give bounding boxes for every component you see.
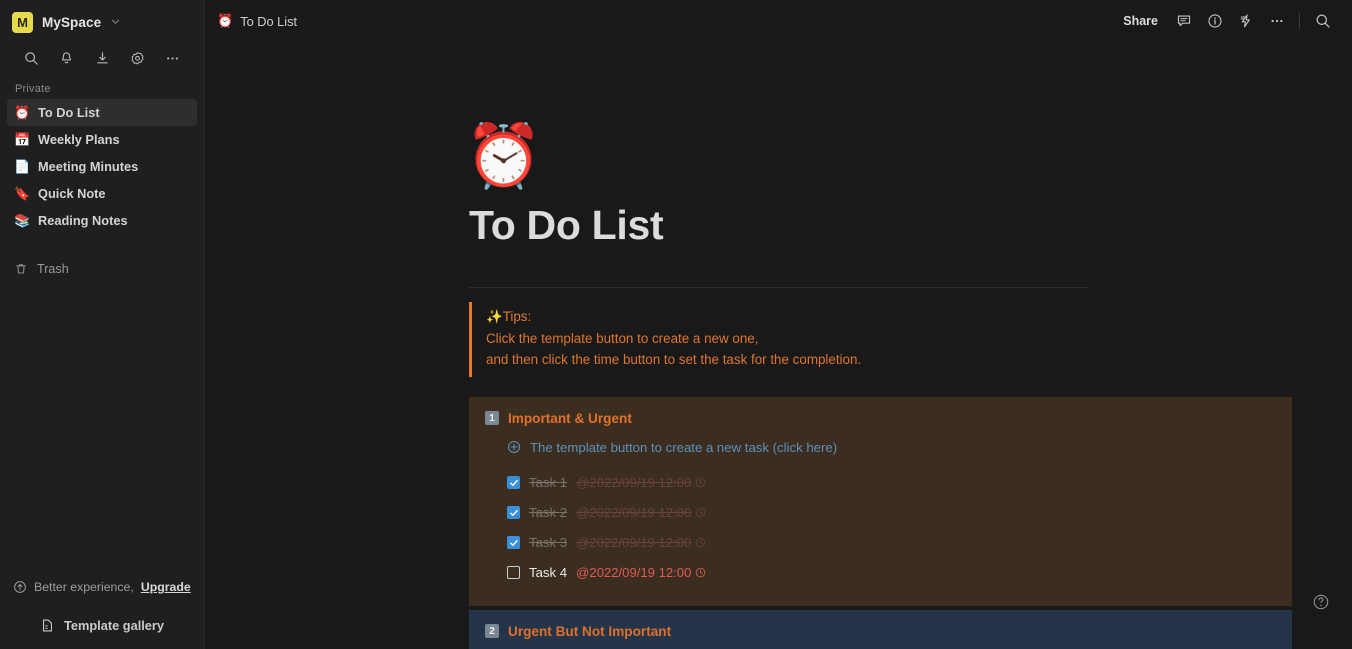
trash-label: Trash xyxy=(37,261,69,276)
task-due-date-label: @2022/09/19 12:00 xyxy=(576,535,692,551)
gear-icon[interactable] xyxy=(120,45,155,71)
sidebar-item-trash[interactable]: Trash xyxy=(7,256,197,281)
content-divider xyxy=(469,287,1089,289)
alarm-clock-icon: ⏰ xyxy=(14,105,31,120)
sidebar-tool-row xyxy=(0,41,204,81)
toolbar-divider xyxy=(1299,13,1300,29)
clock-icon xyxy=(695,477,706,488)
sidebar-item-reading-notes[interactable]: 📚 Reading Notes xyxy=(7,207,197,234)
template-gallery-label: Template gallery xyxy=(63,617,165,633)
task-checkbox[interactable] xyxy=(507,536,520,550)
clock-icon xyxy=(695,567,706,578)
task-due-date[interactable]: @2022/09/19 12:00 xyxy=(576,565,706,580)
trash-icon xyxy=(16,263,26,273)
clock-icon xyxy=(695,537,706,548)
tips-heading: ✨Tips: xyxy=(486,306,1292,328)
workspace-switcher[interactable]: M MySpace xyxy=(0,0,204,41)
template-gallery-button[interactable]: Template gallery xyxy=(0,601,204,649)
task-row[interactable]: Task 2 @2022/09/19 12:00 xyxy=(485,498,1292,528)
sidebar-item-label: To Do List xyxy=(38,105,100,120)
more-icon[interactable] xyxy=(155,45,190,71)
sidebar-item-weekly-plans[interactable]: 📅 Weekly Plans xyxy=(7,126,197,153)
share-button[interactable]: Share xyxy=(1113,14,1168,28)
task-due-date[interactable]: @2022/09/19 12:00 xyxy=(576,535,706,550)
upgrade-text: Better experience, xyxy=(34,580,134,594)
page-body: ⏰ To Do List ✨Tips: Click the template b… xyxy=(205,126,1352,649)
task-checkbox[interactable] xyxy=(507,476,520,490)
task-checkbox[interactable] xyxy=(507,506,520,520)
section-title: Urgent But Not Important xyxy=(508,623,672,639)
clock-icon xyxy=(695,507,706,518)
task-row[interactable]: Task 1 @2022/09/19 12:00 xyxy=(485,468,1292,498)
template-icon xyxy=(42,619,52,631)
task-label: Task 2 xyxy=(529,505,568,521)
sidebar-item-label: Reading Notes xyxy=(38,213,128,228)
comment-icon[interactable] xyxy=(1168,7,1199,35)
task-due-date-label: @2022/09/19 12:00 xyxy=(576,475,692,491)
task-due-date[interactable]: @2022/09/19 12:00 xyxy=(576,475,706,490)
sidebar-item-quick-note[interactable]: 🔖 Quick Note xyxy=(7,180,197,207)
section-header: 2 Urgent But Not Important xyxy=(485,624,1292,639)
create-task-template-label: The template button to create a new task… xyxy=(530,439,838,455)
sparkles-icon: ✨ xyxy=(486,309,503,325)
books-icon: 📚 xyxy=(14,213,31,228)
task-label: Task 4 xyxy=(529,565,568,581)
section-important-and-urgent: 1 Important & Urgent The template button… xyxy=(469,396,1292,606)
calendar-icon: 📅 xyxy=(14,132,31,147)
task-label: Task 3 xyxy=(529,535,568,551)
search-icon[interactable] xyxy=(14,45,49,71)
chevron-down-icon xyxy=(111,17,120,28)
sidebar-item-meeting-minutes[interactable]: 📄 Meeting Minutes xyxy=(7,153,197,180)
page-icon: 📄 xyxy=(14,159,31,174)
task-checkbox[interactable] xyxy=(507,566,520,580)
breadcrumb[interactable]: ⏰ To Do List xyxy=(217,13,297,29)
section-number-badge: 2 xyxy=(485,624,499,639)
upgrade-link[interactable]: Upgrade xyxy=(141,580,191,594)
workspace-badge: M xyxy=(12,12,33,33)
sidebar-nav-list: ⏰ To Do List 📅 Weekly Plans 📄 Meeting Mi… xyxy=(0,99,204,234)
info-icon[interactable] xyxy=(1199,7,1230,35)
breadcrumb-label: To Do List xyxy=(240,13,298,29)
search-icon[interactable] xyxy=(1307,7,1338,35)
tips-line-1: Click the template button to create a ne… xyxy=(486,330,759,346)
bookmark-icon: 🔖 xyxy=(14,186,31,201)
sidebar-item-label: Weekly Plans xyxy=(38,132,120,147)
upgrade-arrow-icon xyxy=(14,581,26,593)
tips-callout: ✨Tips: Click the template button to crea… xyxy=(469,302,1292,377)
tips-line-2: and then click the time button to set th… xyxy=(486,352,862,368)
task-row[interactable]: Task 4 @2022/09/19 12:00 xyxy=(485,558,1292,588)
task-due-date[interactable]: @2022/09/19 12:00 xyxy=(576,505,706,520)
task-due-date-label: @2022/09/19 12:00 xyxy=(576,505,692,521)
page-emoji[interactable]: ⏰ xyxy=(465,126,542,188)
top-bar-actions: Share xyxy=(1113,7,1338,35)
task-due-date-label: @2022/09/19 12:00 xyxy=(576,565,692,581)
sidebar-item-label: Meeting Minutes xyxy=(38,159,139,174)
sidebar-section-label: Private xyxy=(15,83,51,95)
import-icon[interactable] xyxy=(84,45,119,71)
plus-circle-icon xyxy=(507,440,521,454)
create-task-template-link[interactable]: The template button to create a new task… xyxy=(485,440,1292,455)
section-number-badge: 1 xyxy=(485,411,499,426)
main-content: ⏰ To Do List Share ⏰ To Do List ✨Tips: C… xyxy=(205,0,1352,649)
upgrade-banner[interactable]: Better experience, Upgrade xyxy=(0,573,204,601)
section-title: Important & Urgent xyxy=(508,410,632,426)
alarm-clock-icon: ⏰ xyxy=(217,13,234,28)
page-title[interactable]: To Do List xyxy=(469,202,1292,249)
section-urgent-but-not-important: 2 Urgent But Not Important The template … xyxy=(469,609,1292,649)
workspace-name: MySpace xyxy=(42,15,102,30)
app-window: M MySpace Private ⏰ To Do List 📅 Weekly … xyxy=(0,0,1352,649)
task-row[interactable]: Task 3 @2022/09/19 12:00 xyxy=(485,528,1292,558)
more-icon[interactable] xyxy=(1261,7,1292,35)
sidebar-item-to-do-list[interactable]: ⏰ To Do List xyxy=(7,99,197,126)
top-bar: ⏰ To Do List Share xyxy=(205,0,1352,42)
lightning-icon[interactable] xyxy=(1230,7,1261,35)
sidebar-item-label: Quick Note xyxy=(38,186,106,201)
bell-icon[interactable] xyxy=(49,45,84,71)
section-header: 1 Important & Urgent xyxy=(485,411,1292,426)
help-icon[interactable] xyxy=(1312,593,1330,611)
tips-heading-label: Tips: xyxy=(502,309,532,325)
task-label: Task 1 xyxy=(529,475,568,491)
sidebar: M MySpace Private ⏰ To Do List 📅 Weekly … xyxy=(0,0,205,649)
